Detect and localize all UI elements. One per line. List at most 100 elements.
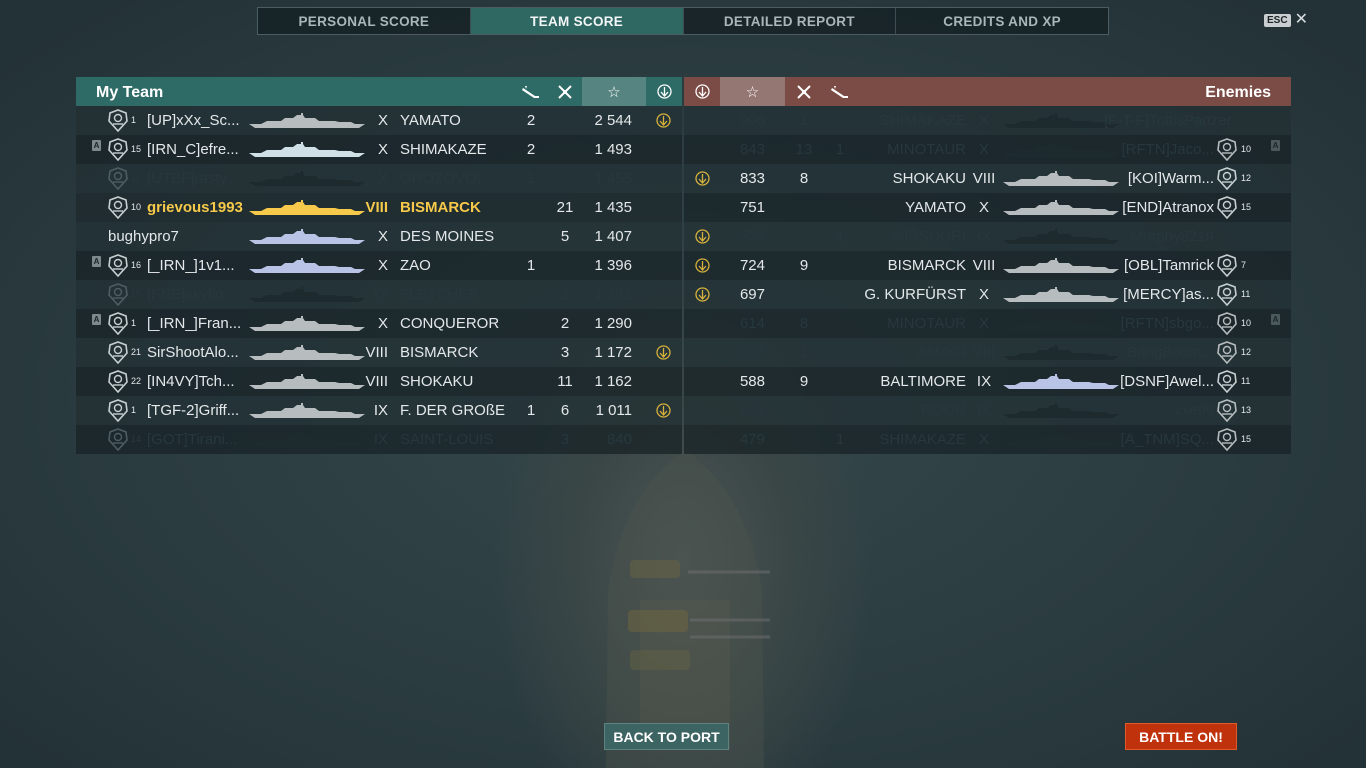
torpedo-hits-value xyxy=(514,367,548,396)
player-row[interactable]: A 1 [_IRN_]Fran... X CONQUEROR 2 1 290 xyxy=(76,309,682,338)
rank-icon xyxy=(1216,254,1238,278)
player-name: [RFTN]sbgo... xyxy=(1120,315,1214,332)
score-value: 840 xyxy=(606,431,632,448)
ship-name: MISSOURI xyxy=(891,228,966,245)
esc-key-hint: ESC xyxy=(1264,13,1291,27)
tab-credits-and-xp[interactable]: CREDITS AND XP xyxy=(896,8,1108,34)
planes-value: 1 xyxy=(799,344,809,361)
ship-name: MINOTAUR xyxy=(887,141,966,158)
player-row[interactable]: 697 G. KURFÜRST X [MERCY]as... 11 xyxy=(684,280,1291,309)
player-row[interactable]: 614 8 MINOTAUR X [RFTN]sbgo... 10 A xyxy=(684,309,1291,338)
rank-icon xyxy=(107,312,129,336)
player-row[interactable]: 724 9 BISMARCK VIII [OBL]Tamrick 7 xyxy=(684,251,1291,280)
close-icon[interactable]: ✕ xyxy=(1295,12,1308,28)
battle-on-button[interactable]: BATTLE ON! xyxy=(1125,723,1237,750)
ship-silhouette-icon xyxy=(1001,258,1121,274)
player-row[interactable]: 479 1 SHIMAKAZE X [A_TNM]SQ... 15 xyxy=(684,425,1291,454)
player-name: BangBoom... xyxy=(1127,344,1214,361)
rank-icon xyxy=(1216,138,1238,162)
player-row[interactable]: 14 [GOT]Tirani... IX SAINT-LOUIS 3 840 xyxy=(76,425,682,454)
player-row[interactable]: 1 [UP]xXx_Sc... X YAMATO 2 2 544 xyxy=(76,106,682,135)
player-row[interactable]: 833 8 SHOKAKU VIII [KOI]Warm... 12 xyxy=(684,164,1291,193)
rank-icon xyxy=(107,341,129,365)
ship-name: ROON xyxy=(921,402,966,419)
ship-silhouette-icon xyxy=(1001,432,1121,448)
torpedo-hits-value: 1 xyxy=(526,170,536,187)
player-row[interactable]: 1 [TGF-2]Griff... IX F. DER GROßE 1 6 1 011 xyxy=(76,396,682,425)
ship-name: BALTIMORE xyxy=(880,373,966,390)
player-row[interactable]: 588 9 BALTIMORE IX [DSNF]Awel... 11 xyxy=(684,367,1291,396)
tab-detailed-report[interactable]: DETAILED REPORT xyxy=(684,8,897,34)
division-badge: A xyxy=(92,140,101,151)
player-name: [UP]xXx_Sc... xyxy=(147,112,240,129)
rank-number: 16 xyxy=(131,260,142,270)
ship-name: SHOKAKU xyxy=(400,373,474,390)
player-row[interactable]: 11 [UTBF]rasty... X GROZOVOI 1 1 455 xyxy=(76,164,682,193)
player-name: [KOI]Warm... xyxy=(1127,170,1214,187)
rank-icon xyxy=(1216,283,1238,307)
torpedo-hits-value xyxy=(823,251,857,280)
score-value: 529 xyxy=(739,402,765,419)
ship-tier: X xyxy=(978,315,989,332)
enemy-team-title: Enemies xyxy=(1205,84,1271,101)
planes-value xyxy=(785,222,823,251)
tab-team-score[interactable]: TEAM SCORE xyxy=(470,8,684,34)
ship-silhouette-icon xyxy=(1001,113,1121,129)
player-row[interactable]: 21 SirShootAlo... VIII BISMARCK 3 1 172 xyxy=(76,338,682,367)
player-row[interactable]: 735 1 MISSOURI IX Murphy8219 xyxy=(684,222,1291,251)
ship-silhouette-icon xyxy=(1001,287,1121,303)
player-row[interactable]: 22 [IN4VY]Tch... VIII SHOKAKU 11 1 162 xyxy=(76,367,682,396)
player-row[interactable]: 751 YAMATO X [END]Atranox 15 xyxy=(684,193,1291,222)
torpedo-hits-value: 1 xyxy=(526,402,536,419)
rank-number: 10 xyxy=(1241,318,1252,328)
torpedo-hits-value: 2 xyxy=(526,112,536,129)
rank-number: 10 xyxy=(131,202,142,212)
score-value: 735 xyxy=(739,228,765,245)
torpedo-hits-value xyxy=(823,367,857,396)
star-icon: ☆ xyxy=(720,77,785,106)
planes-value xyxy=(785,396,823,425)
planes-value: 13 xyxy=(795,141,813,158)
ship-tier: X xyxy=(978,141,989,158)
score-value: 724 xyxy=(739,257,765,274)
enemy-team-list: 906 1 SHIMAKAZE X [F-T-F]TottisPanzer 843 13 1 M… xyxy=(684,106,1291,454)
player-row[interactable]: 10 grievous1993 VIII BISMARCK 21 1 435 xyxy=(76,193,682,222)
ship-silhouette-icon xyxy=(247,316,367,332)
ship-tier: X xyxy=(377,257,388,274)
planes-value xyxy=(548,251,582,280)
player-name: [MERCY]as... xyxy=(1123,286,1214,303)
ship-name: YAMATO xyxy=(400,112,461,129)
planes-value xyxy=(785,425,823,454)
ship-tier: VIII xyxy=(365,373,388,390)
rank-number: 11 xyxy=(131,173,141,183)
rank-number: 15 xyxy=(1241,202,1252,212)
torpedo-hits-value xyxy=(823,280,857,309)
player-row[interactable]: 529 ROON IX vxe99 13 xyxy=(684,396,1291,425)
rank-number: 12 xyxy=(1241,173,1252,183)
score-value: 1 455 xyxy=(594,170,632,187)
player-row[interactable]: 906 1 SHIMAKAZE X [F-T-F]TottisPanzer xyxy=(684,106,1291,135)
back-to-port-button[interactable]: BACK TO PORT xyxy=(604,723,729,750)
tab-personal-score[interactable]: PERSONAL SCORE xyxy=(258,8,471,34)
rank-icon xyxy=(107,254,129,278)
rank-icon xyxy=(107,196,129,220)
player-row[interactable]: 15 [FNE]skyfig... IX FLETCHER 2 1 382 xyxy=(76,280,682,309)
close-button[interactable]: ESC ✕ xyxy=(1264,12,1308,28)
rank-number: 22 xyxy=(131,376,142,386)
rank-number: 15 xyxy=(1241,434,1252,444)
planes-value: 5 xyxy=(560,228,570,245)
ship-silhouette-icon xyxy=(1001,316,1121,332)
player-row[interactable]: 607 1 AMAGI VIII BangBoom... 12 xyxy=(684,338,1291,367)
player-row[interactable]: 843 13 1 MINOTAUR X [RFTN]Jaco... 10 A xyxy=(684,135,1291,164)
player-row[interactable]: A 16 [_IRN_]1v1... X ZAO 1 1 396 xyxy=(76,251,682,280)
rank-icon xyxy=(107,370,129,394)
player-name: [END]Atranox xyxy=(1122,199,1214,216)
ship-tier: VIII xyxy=(972,257,996,274)
ship-name: FLETCHER xyxy=(400,286,480,303)
ship-name: SHIMAKAZE xyxy=(879,112,966,129)
player-row[interactable]: A 15 [IRN_C]efre... X SHIMAKAZE 2 1 493 xyxy=(76,135,682,164)
player-row[interactable]: bughypro7 X DES MOINES 5 1 407 xyxy=(76,222,682,251)
ship-name: SHIMAKAZE xyxy=(879,431,966,448)
torpedo-hits-value xyxy=(823,164,857,193)
division-badge: A xyxy=(1271,314,1280,325)
